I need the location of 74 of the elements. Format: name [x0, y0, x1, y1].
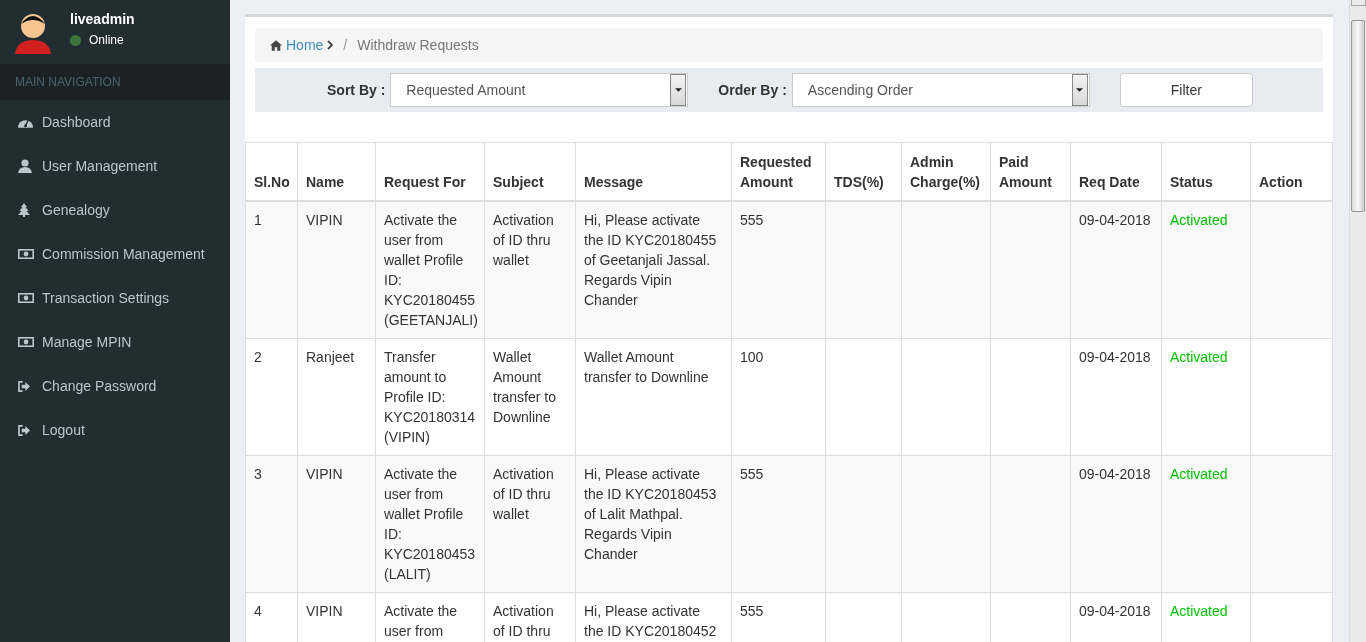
table-cell: VIPIN — [306, 603, 343, 619]
nav-item[interactable]: Dashboard — [0, 100, 230, 144]
sign-out-icon — [18, 424, 31, 436]
order-dropdown[interactable]: Ascending Order — [791, 73, 1090, 107]
home-icon — [270, 39, 282, 51]
tree-icon — [18, 203, 30, 217]
column-header: Requested Amount — [740, 154, 812, 190]
table-cell: Hi, Please activate the ID KYC20180452 — [584, 603, 717, 639]
breadcrumb-current: Withdraw Requests — [357, 37, 479, 53]
chevron-icon — [327, 40, 334, 50]
nav-item[interactable]: Genealogy — [0, 188, 230, 232]
table-cell: 2 — [254, 349, 262, 365]
table-cell: 09-04-2018 — [1079, 466, 1151, 482]
table-cell: 555 — [740, 603, 764, 619]
table-cell: Hi, Please activate the ID KYC20180453 of Lalit Mathpal. Regards Vipin Chander — [584, 466, 717, 562]
table-cell: Wallet Amount transfer to Downline — [493, 349, 557, 425]
column-header: Subject — [493, 174, 544, 190]
status-text: Activated — [1170, 603, 1228, 619]
nav-item[interactable]: Change Password — [0, 364, 230, 408]
user-status: Online — [89, 33, 124, 47]
table-cell: Activation of ID thru wallet — [493, 466, 554, 522]
user-name: liveadmin — [70, 11, 135, 27]
nav-item[interactable]: Logout — [0, 408, 230, 452]
table-cell: Activate the user from — [384, 603, 458, 639]
table-cell: 09-04-2018 — [1079, 349, 1151, 365]
table-cell: 09-04-2018 — [1079, 603, 1151, 619]
banknote-icon — [18, 293, 34, 303]
status-text: Activated — [1170, 349, 1228, 365]
sign-out-icon — [18, 380, 31, 392]
filter-button[interactable]: Filter — [1119, 73, 1253, 107]
nav-item[interactable]: Manage MPIN — [0, 320, 230, 364]
status-text: Activated — [1170, 212, 1228, 228]
order-label: Order By : — [718, 82, 787, 98]
table-cell: 4 — [254, 603, 262, 619]
column-header: Sl.No — [254, 174, 290, 190]
column-header: Message — [584, 174, 644, 190]
column-header: Name — [306, 174, 345, 190]
table-cell: Ranjeet — [306, 349, 355, 365]
table-cell: 3 — [254, 466, 262, 482]
table-cell: 555 — [740, 466, 764, 482]
status-text: Activated — [1170, 466, 1228, 482]
user-icon — [18, 159, 32, 173]
column-header: Paid Amount — [999, 154, 1052, 190]
sort-label: Sort By : — [327, 82, 386, 98]
caret-icon — [674, 88, 682, 92]
nav-header: MAIN NAVIGATION — [0, 64, 230, 100]
table-cell: 555 — [740, 212, 764, 228]
nav-item[interactable]: Commission Management — [0, 232, 230, 276]
caret-icon — [1076, 88, 1084, 92]
column-header: Admin Charge(%) — [910, 154, 980, 190]
banknote-icon — [18, 249, 34, 259]
column-header: Action — [1259, 174, 1303, 190]
table-cell: Wallet Amount transfer to Downline — [584, 349, 709, 385]
table-cell: Transfer amount to Profile ID: KYC20180314 (VIPIN) — [384, 349, 476, 445]
table-cell: VIPIN — [306, 466, 343, 482]
table-cell: Activate the user from wallet Profile ID: KYC20180455 (GEETANJALI) — [384, 212, 478, 328]
table-cell: 100 — [740, 349, 764, 365]
scrollbar[interactable] — [1349, 0, 1366, 642]
column-header: TDS(%) — [834, 174, 884, 190]
table-cell: Activation of ID thru — [493, 603, 554, 639]
table-cell: 1 — [254, 212, 262, 228]
breadcrumb-separator: / — [343, 37, 348, 53]
nav-item[interactable]: Transaction Settings — [0, 276, 230, 320]
column-header: Req Date — [1079, 174, 1140, 190]
table-cell: Activation of ID thru wallet — [493, 212, 554, 268]
column-header: Status — [1170, 174, 1213, 190]
table-cell: Activate the user from wallet Profile ID: KYC20180453 (LALIT) — [384, 466, 476, 582]
table-cell: Hi, Please activate the ID KYC20180455 of Geetanjali Jassal. Regards Vipin Chander — [584, 212, 717, 308]
table-cell: 09-04-2018 — [1079, 212, 1151, 228]
table-cell: VIPIN — [306, 212, 343, 228]
banknote-icon — [18, 337, 34, 347]
column-header: Request For — [384, 174, 466, 190]
sort-dropdown[interactable]: Requested Amount — [390, 73, 689, 107]
nav-item[interactable]: User Management — [0, 144, 230, 188]
